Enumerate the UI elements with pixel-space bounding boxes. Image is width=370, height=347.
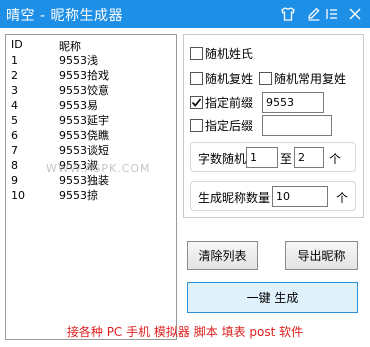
list-item[interactable]: 6 9553侥瞧 <box>6 128 176 143</box>
export-nickname-button[interactable]: 导出昵称 <box>285 241 358 270</box>
shirt-icon[interactable] <box>278 4 298 24</box>
random-compound-surname-label: 随机复姓 <box>205 71 254 86</box>
list-icon[interactable] <box>322 4 342 24</box>
quantity-group: 生成昵称数量 个 <box>190 181 356 211</box>
random-compound-surname-checkbox[interactable]: 随机复姓 <box>190 69 253 87</box>
clear-list-button[interactable]: 清除列表 <box>187 241 258 270</box>
row-id: 10 <box>11 189 25 202</box>
title-bar: 晴空 - 昵称生成器 <box>0 0 370 28</box>
generate-button[interactable]: 一键 生成 <box>187 282 358 313</box>
random-common-compound-label: 随机常用复姓 <box>274 71 347 86</box>
quantity-unit-label: 个 <box>336 191 349 205</box>
checkbox-box[interactable] <box>259 71 272 85</box>
row-id: 6 <box>11 129 18 142</box>
row-nickname: 9553浅 <box>59 54 98 67</box>
word-count-unit-label: 个 <box>329 152 342 166</box>
list-item[interactable]: 3 9553饺意 <box>6 83 176 98</box>
quantity-label: 生成昵称数量 <box>198 191 271 205</box>
checkbox-box[interactable] <box>190 118 203 132</box>
row-id: 2 <box>11 69 18 82</box>
list-item[interactable]: 7 9553谈短 <box>6 143 176 158</box>
word-count-group: 字数随机 至 个 <box>190 142 356 172</box>
suffix-label: 指定后缀 <box>205 118 254 133</box>
row-nickname: 9553侥瞧 <box>59 129 109 142</box>
checkbox-box[interactable] <box>190 46 203 60</box>
row-id: 4 <box>11 99 18 112</box>
list-item[interactable]: 2 9553拾戏 <box>6 68 176 83</box>
row-nickname: 9553独装 <box>59 174 109 187</box>
checkbox-box[interactable] <box>190 71 203 85</box>
list-item[interactable]: 1 9553浅 <box>6 53 176 68</box>
suffix-input[interactable] <box>262 115 332 136</box>
options-panel: 随机姓氏 随机复姓 随机常用复姓 指定前缀 指定后缀 字数随机 至 个 生成昵称… <box>183 34 364 218</box>
row-nickname: 9553谈短 <box>59 144 109 157</box>
checkbox-box[interactable] <box>190 95 203 109</box>
watermark: WWW.ASPK.COM <box>46 162 151 175</box>
row-id: 1 <box>11 54 18 67</box>
column-header-nickname[interactable]: 昵称 <box>59 38 81 54</box>
close-icon[interactable] <box>345 4 365 24</box>
window-title: 晴空 - 昵称生成器 <box>6 8 123 24</box>
row-nickname: 9553拾戏 <box>59 69 109 82</box>
list-item[interactable]: 4 9553易 <box>6 98 176 113</box>
row-id: 3 <box>11 84 18 97</box>
word-count-label: 字数随机 <box>198 152 247 166</box>
column-header-id[interactable]: ID <box>11 38 23 51</box>
row-id: 7 <box>11 144 18 157</box>
random-surname-checkbox[interactable]: 随机姓氏 <box>190 44 253 62</box>
footer-ad: 接各种 PC 手机 模拟器 脚本 填表 post 软件 <box>66 325 304 339</box>
list-item[interactable]: 5 9553延宇 <box>6 113 176 128</box>
row-nickname: 9553饺意 <box>59 84 109 97</box>
row-id: 5 <box>11 114 18 127</box>
quantity-input[interactable] <box>272 186 328 207</box>
list-item[interactable]: 10 9553掠 <box>6 188 176 203</box>
word-count-min-input[interactable] <box>246 147 278 168</box>
word-count-to-label: 至 <box>280 152 293 166</box>
word-count-max-input[interactable] <box>294 147 324 168</box>
prefix-checkbox[interactable]: 指定前缀 <box>190 93 253 111</box>
list-header: ID 昵称 <box>6 38 176 54</box>
row-id: 9 <box>11 174 18 187</box>
row-nickname: 9553易 <box>59 99 98 112</box>
random-surname-label: 随机姓氏 <box>205 46 254 61</box>
row-nickname: 9553掠 <box>59 189 98 202</box>
pen-icon[interactable] <box>304 4 324 24</box>
row-id: 8 <box>11 159 18 172</box>
prefix-label: 指定前缀 <box>205 95 254 110</box>
prefix-input[interactable] <box>262 92 324 113</box>
nickname-list[interactable]: ID 昵称 1 9553浅 2 9553拾戏 3 9553饺意 4 9553易 5 955… <box>5 34 177 340</box>
list-item[interactable]: 9 9553独装 <box>6 173 176 188</box>
suffix-checkbox[interactable]: 指定后缀 <box>190 116 253 134</box>
check-icon <box>191 97 202 107</box>
random-common-compound-checkbox[interactable]: 随机常用复姓 <box>259 69 346 87</box>
row-nickname: 9553延宇 <box>59 114 109 127</box>
